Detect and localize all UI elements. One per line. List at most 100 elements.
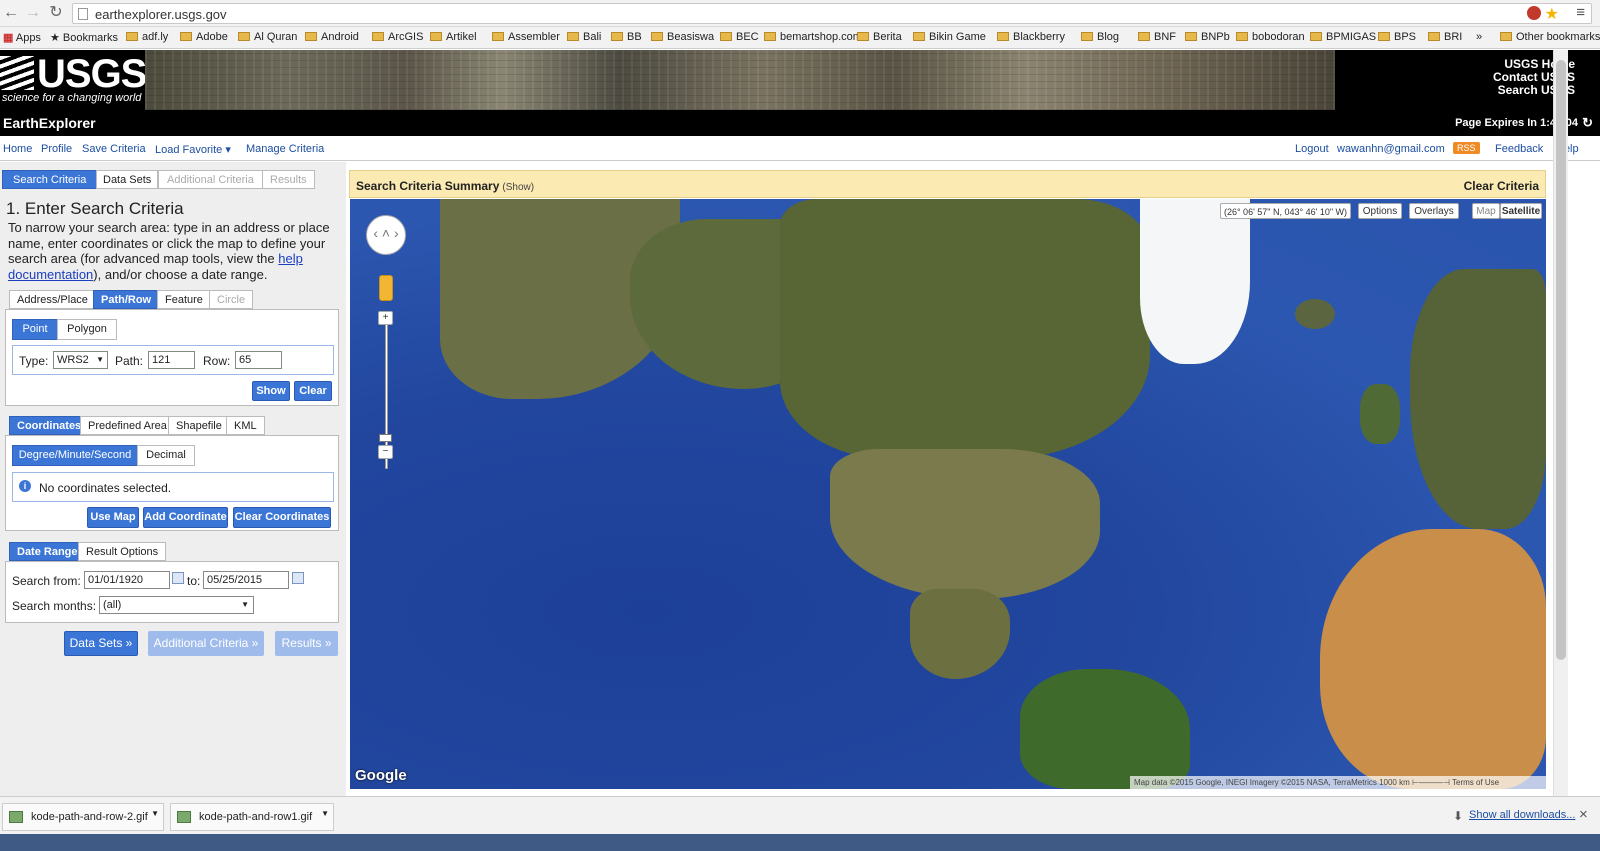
tab-address-place[interactable]: Address/Place bbox=[9, 290, 96, 309]
results-next-button[interactable]: Results » bbox=[275, 631, 338, 656]
options-button[interactable]: Options bbox=[1358, 203, 1402, 219]
nav-feedback[interactable]: Feedback bbox=[1495, 143, 1543, 155]
map-land-canada bbox=[780, 199, 1150, 459]
path-input[interactable]: 121 bbox=[148, 351, 195, 369]
extension-icon[interactable] bbox=[1527, 6, 1541, 20]
bookmark-item[interactable]: Beasiswa bbox=[651, 31, 714, 43]
forward-icon[interactable]: → bbox=[24, 3, 42, 23]
other-bookmarks[interactable]: Other bookmarks bbox=[1500, 31, 1600, 43]
back-icon[interactable]: ← bbox=[2, 3, 20, 23]
download-item[interactable]: kode-path-and-row-2.gif ▼ bbox=[2, 803, 164, 831]
nav-save-criteria[interactable]: Save Criteria bbox=[82, 143, 146, 155]
bookmark-item[interactable]: BPMIGAS bbox=[1310, 31, 1376, 43]
satellite-map[interactable]: ‹ ˄ › + − (26° 06' 57" N, 043° 46' 10" W… bbox=[350, 199, 1546, 789]
calendar-icon[interactable] bbox=[292, 572, 304, 584]
nav-profile[interactable]: Profile bbox=[41, 143, 72, 155]
decimal-format-button[interactable]: Decimal bbox=[137, 445, 195, 466]
page-scrollbar[interactable] bbox=[1553, 50, 1568, 812]
bookmark-item[interactable]: Blog bbox=[1081, 31, 1119, 43]
bookmark-star-icon[interactable]: ★ bbox=[1545, 4, 1559, 24]
tab-predefined-area[interactable]: Predefined Area bbox=[80, 416, 175, 435]
scrollbar-thumb[interactable] bbox=[1556, 60, 1566, 660]
bookmark-item[interactable]: BEC bbox=[720, 31, 759, 43]
tab-path-row[interactable]: Path/Row bbox=[93, 290, 160, 309]
bookmark-item[interactable]: bobodoran bbox=[1236, 31, 1305, 43]
summary-show-link[interactable]: (Show) bbox=[502, 182, 534, 193]
bookmark-item[interactable]: BNF bbox=[1138, 31, 1176, 43]
search-months-select[interactable]: (all) ▼ bbox=[99, 596, 254, 614]
refresh-icon[interactable]: ↻ bbox=[1582, 115, 1593, 131]
bookmark-item[interactable]: bemartshop.com bbox=[764, 31, 862, 43]
tab-result-options[interactable]: Result Options bbox=[78, 542, 167, 561]
nav-home[interactable]: Home bbox=[3, 143, 32, 155]
street-view-pegman-icon[interactable] bbox=[379, 275, 393, 301]
pan-control[interactable]: ‹ ˄ › bbox=[366, 215, 406, 255]
additional-criteria-next-button[interactable]: Additional Criteria » bbox=[148, 631, 264, 656]
chevron-down-icon[interactable]: ▼ bbox=[321, 809, 329, 818]
bookmark-item[interactable]: Adobe bbox=[180, 31, 228, 43]
date-to-input[interactable]: 05/25/2015 bbox=[203, 571, 289, 589]
chevron-down-icon[interactable]: ▼ bbox=[151, 809, 159, 818]
tab-coordinates[interactable]: Coordinates bbox=[9, 416, 90, 435]
close-downloads-icon[interactable]: × bbox=[1579, 806, 1588, 823]
tab-shapefile[interactable]: Shapefile bbox=[168, 416, 230, 435]
nav-load-favorite[interactable]: Load Favorite ▾ bbox=[155, 143, 231, 156]
clear-button[interactable]: Clear bbox=[294, 381, 332, 401]
zoom-out-button[interactable]: − bbox=[378, 445, 393, 459]
nav-logout[interactable]: Logout bbox=[1295, 143, 1329, 155]
polygon-mode-button[interactable]: Polygon bbox=[57, 319, 117, 340]
usgs-logo[interactable]: USGS bbox=[0, 54, 147, 94]
bookmark-item[interactable]: adf.ly bbox=[126, 31, 168, 43]
point-mode-button[interactable]: Point bbox=[12, 319, 58, 340]
bookmark-item[interactable]: BRI bbox=[1428, 31, 1462, 43]
bookmark-item[interactable]: BNPb bbox=[1185, 31, 1230, 43]
bookmark-item[interactable]: Assembler bbox=[492, 31, 560, 43]
clear-criteria-link[interactable]: Clear Criteria bbox=[1464, 179, 1539, 193]
add-coordinate-button[interactable]: Add Coordinate bbox=[143, 507, 228, 528]
tab-results[interactable]: Results bbox=[262, 170, 315, 189]
apps-bookmark[interactable]: ▦ Apps bbox=[3, 31, 41, 44]
tab-search-criteria[interactable]: Search Criteria bbox=[2, 170, 98, 189]
tab-kml[interactable]: KML bbox=[226, 416, 265, 435]
wrs-type-select[interactable]: WRS2 ▼ bbox=[53, 351, 108, 369]
data-sets-next-button[interactable]: Data Sets » bbox=[64, 631, 138, 656]
bookmark-item[interactable]: Bikin Game bbox=[913, 31, 986, 43]
use-map-button[interactable]: Use Map bbox=[87, 507, 139, 528]
rss-icon[interactable]: RSS bbox=[1453, 142, 1480, 154]
bookmark-item[interactable]: Al Quran bbox=[238, 31, 297, 43]
zoom-slider-handle[interactable] bbox=[379, 434, 392, 442]
folder-icon bbox=[1378, 32, 1390, 41]
tab-data-sets[interactable]: Data Sets bbox=[96, 170, 159, 189]
row-input[interactable]: 65 bbox=[235, 351, 282, 369]
bookmark-item[interactable]: Blackberry bbox=[997, 31, 1065, 43]
bookmark-item[interactable]: Artikel bbox=[430, 31, 477, 43]
tab-circle[interactable]: Circle bbox=[209, 290, 254, 309]
calendar-icon[interactable] bbox=[172, 572, 184, 584]
tab-additional-criteria[interactable]: Additional Criteria bbox=[158, 170, 263, 189]
clear-coordinates-button[interactable]: Clear Coordinates bbox=[233, 507, 331, 528]
bookmark-item[interactable]: ArcGIS bbox=[372, 31, 423, 43]
bookmark-item[interactable]: Bali bbox=[567, 31, 601, 43]
overlays-button[interactable]: Overlays bbox=[1409, 203, 1459, 219]
bookmarks-overflow[interactable]: » bbox=[1476, 31, 1482, 43]
zoom-in-button[interactable]: + bbox=[378, 311, 393, 325]
menu-icon[interactable]: ≡ bbox=[1576, 4, 1585, 21]
tab-feature[interactable]: Feature bbox=[157, 290, 211, 309]
map-type-button[interactable]: Map bbox=[1472, 203, 1500, 219]
reload-icon[interactable]: ↻ bbox=[47, 3, 65, 23]
tab-date-range[interactable]: Date Range bbox=[9, 542, 86, 561]
show-all-downloads-link[interactable]: Show all downloads... bbox=[1469, 809, 1575, 821]
nav-user-email[interactable]: wawanhn@gmail.com bbox=[1337, 143, 1445, 155]
show-button[interactable]: Show bbox=[252, 381, 290, 401]
bookmarks-bookmark[interactable]: ★ Bookmarks bbox=[50, 31, 118, 44]
satellite-type-button[interactable]: Satellite bbox=[1500, 203, 1542, 219]
bookmark-item[interactable]: Android bbox=[305, 31, 359, 43]
bookmark-item[interactable]: BB bbox=[611, 31, 642, 43]
address-bar[interactable]: earthexplorer.usgs.gov ★ ≡ bbox=[72, 3, 1592, 24]
bookmark-item[interactable]: Berita bbox=[857, 31, 902, 43]
date-from-input[interactable]: 01/01/1920 bbox=[84, 571, 170, 589]
dms-format-button[interactable]: Degree/Minute/Second bbox=[12, 445, 138, 466]
nav-manage-criteria[interactable]: Manage Criteria bbox=[246, 143, 324, 155]
bookmark-item[interactable]: BPS bbox=[1378, 31, 1416, 43]
download-item[interactable]: kode-path-and-row1.gif ▼ bbox=[170, 803, 334, 831]
